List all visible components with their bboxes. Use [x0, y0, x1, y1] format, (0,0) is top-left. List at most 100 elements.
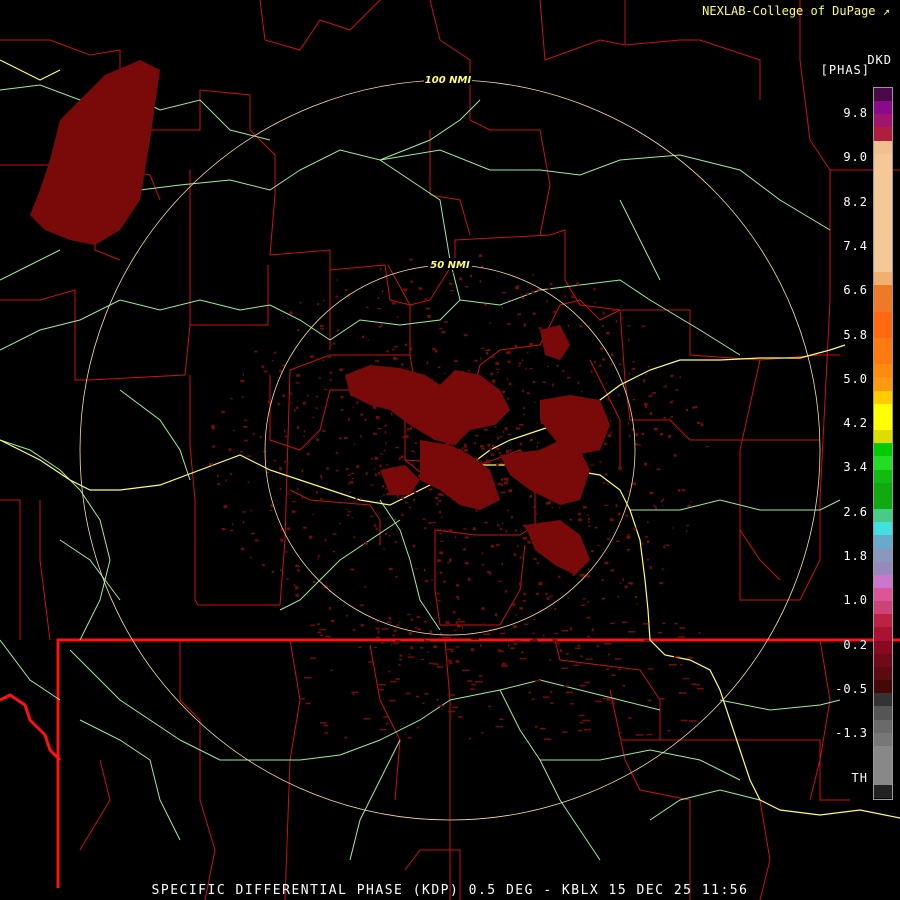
echo-speckle: [243, 373, 245, 376]
color-scale-tick: TH: [851, 770, 868, 785]
echo-speckle: [230, 398, 233, 400]
echo-speckle: [439, 533, 442, 535]
echo-speckle: [497, 483, 501, 485]
echo-speckle: [502, 457, 505, 460]
echo-speckle: [282, 364, 285, 367]
echo-speckle: [251, 532, 255, 535]
echo-speckle: [240, 379, 244, 383]
echo-speckle: [502, 662, 506, 666]
echo-speckle: [415, 403, 419, 405]
echo-speckle: [450, 474, 453, 477]
echo-speckle: [439, 510, 442, 514]
echo-speckle: [562, 436, 567, 438]
color-scale-segment: [874, 785, 892, 799]
echo-speckle: [446, 446, 450, 448]
echo-speckle: [646, 540, 650, 543]
echo-speckle: [443, 471, 448, 474]
echo-speckle: [534, 402, 536, 403]
echo-speckle: [519, 442, 522, 446]
echo-speckle: [603, 642, 612, 645]
echo-speckle: [538, 582, 543, 586]
echo-speckle: [588, 517, 590, 521]
color-scale-tick: 4.2: [843, 416, 868, 431]
echo-speckle: [326, 467, 329, 470]
echo-speckle: [347, 514, 350, 516]
echo-speckle: [290, 392, 292, 396]
echo-speckle: [455, 660, 460, 663]
echo-speckle: [383, 493, 385, 496]
echo-speckle: [603, 697, 611, 700]
color-scale-segment: [874, 403, 892, 417]
echo-speckle: [493, 426, 497, 428]
echo-speckle: [507, 433, 512, 436]
echo-speckle: [579, 721, 584, 724]
echo-speckle: [508, 382, 512, 386]
echo-speckle: [445, 469, 449, 472]
echo-speckle: [440, 540, 444, 542]
echo-speckle: [502, 307, 504, 310]
echo-speckle: [436, 592, 440, 595]
echo-speckle: [614, 658, 622, 660]
echo-speckle: [497, 436, 499, 440]
echo-speckle: [538, 527, 541, 531]
echo-speckle: [446, 648, 454, 651]
echo-speckle: [221, 528, 226, 531]
color-scale-segment: [874, 653, 892, 667]
echo-speckle: [252, 433, 256, 435]
echo-speckle: [452, 412, 456, 416]
echo-speckle: [499, 718, 504, 720]
echo-speckle: [436, 457, 440, 460]
echo-speckle: [464, 562, 469, 565]
echo-speckle: [590, 550, 594, 553]
color-scale-tick: 1.8: [843, 549, 868, 563]
echo-speckle: [611, 674, 616, 676]
echo-speckle: [351, 691, 359, 694]
echo-speckle: [489, 447, 493, 451]
echo-speckle: [542, 696, 550, 698]
echo-speckle: [593, 287, 596, 291]
echo-speckle: [445, 464, 449, 467]
echo-speckle: [503, 430, 505, 434]
echo-speckle: [340, 409, 344, 411]
echo-speckle: [438, 500, 442, 502]
echo-speckle: [444, 321, 448, 323]
echo-speckle: [559, 649, 563, 652]
echo-speckle: [426, 481, 429, 483]
echo-speckle: [328, 354, 332, 358]
echo-speckle: [388, 617, 392, 620]
echo-speckle: [422, 518, 427, 520]
echo-speckle: [303, 435, 305, 437]
echo-speckle: [620, 739, 624, 741]
echo-speckle: [611, 309, 616, 311]
echo-speckle: [459, 277, 462, 281]
echo-speckle: [405, 393, 408, 397]
echo-speckle: [377, 428, 382, 430]
echo-speckle: [375, 636, 380, 639]
echo-speckle: [506, 450, 509, 453]
echo-speckle: [501, 563, 503, 566]
echo-speckle: [549, 595, 554, 597]
echo-speckle: [499, 435, 503, 438]
echo-speckle: [475, 509, 478, 512]
echo-speckle: [452, 272, 455, 274]
echo-speckle: [250, 509, 252, 512]
echo-speckle: [595, 700, 602, 703]
echo-speckle: [305, 702, 311, 705]
echo-speckle: [577, 381, 580, 385]
echo-speckle: [682, 677, 690, 680]
echo-speckle: [279, 369, 282, 373]
echo-speckle: [454, 360, 458, 362]
echo-speckle: [693, 683, 700, 686]
echo-speckle: [504, 481, 508, 485]
echo-speckle: [690, 501, 692, 503]
echo-speckle: [335, 452, 339, 454]
echo-speckle: [244, 439, 248, 442]
echo-speckle: [336, 329, 340, 332]
echo-speckle: [379, 453, 384, 455]
echo-speckle: [487, 348, 491, 351]
echo-speckle: [325, 635, 331, 638]
echo-speckle: [496, 463, 499, 466]
color-scale-segment: [874, 390, 892, 404]
echo-speckle: [479, 379, 483, 383]
echo-speckle: [296, 374, 301, 377]
